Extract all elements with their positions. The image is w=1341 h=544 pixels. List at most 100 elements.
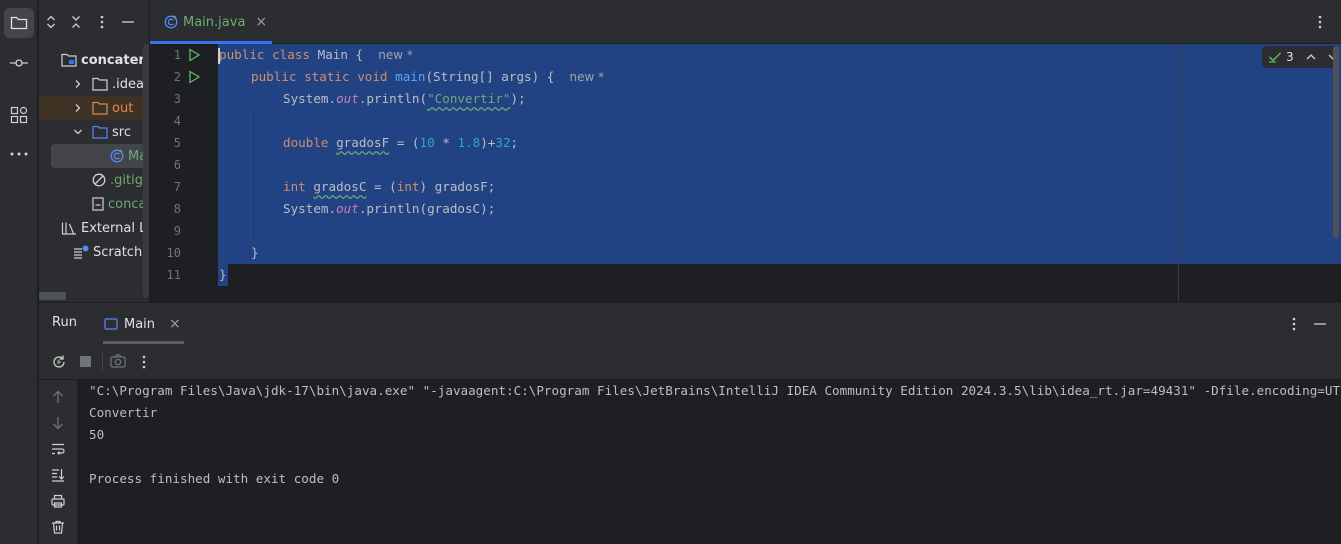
run-gutter-icon[interactable]: [187, 48, 201, 62]
run-panel-title: Run: [52, 315, 77, 330]
collapse-all-icon[interactable]: [68, 14, 84, 30]
chevron-down-icon: [74, 129, 82, 135]
code-line-1: public class Main { new *: [219, 47, 413, 62]
code-line-7: int gradosC = (int) gradosF;: [283, 179, 496, 194]
minimize-icon[interactable]: [120, 14, 136, 30]
check-icon: [1268, 52, 1282, 63]
project-icon[interactable]: [4, 8, 34, 38]
tree-item-scratches[interactable]: Scratches and Consoles: [39, 240, 149, 264]
commit-icon[interactable]: [4, 48, 34, 78]
tree-label: External Libraries: [81, 220, 149, 236]
print-icon[interactable]: [51, 494, 65, 508]
console-side-toolbar: [39, 380, 77, 544]
minimize-icon[interactable]: [1314, 323, 1326, 325]
code-line-3: System.out.println("Convertir");: [283, 91, 526, 106]
run-panel-header: Run Main ×: [39, 302, 1341, 344]
vertical-scrollbar[interactable]: [143, 44, 149, 298]
scratches-icon: [73, 244, 89, 260]
more-icon[interactable]: [142, 355, 146, 369]
run-config-icon: [104, 318, 118, 330]
line-number: 6: [173, 158, 181, 172]
inspection-widget[interactable]: 3: [1262, 46, 1338, 68]
line-number: 4: [173, 114, 181, 128]
line-number: 2: [173, 70, 181, 84]
chevron-up-icon[interactable]: [1306, 53, 1316, 61]
author-hint[interactable]: new *: [378, 48, 413, 62]
console-line: "C:\Program Files\Java\jdk-17\bin\java.e…: [89, 383, 1341, 398]
line-number: 1: [173, 48, 181, 62]
console-output[interactable]: "C:\Program Files\Java\jdk-17\bin\java.e…: [77, 380, 1341, 544]
run-gutter-icon[interactable]: [187, 70, 201, 84]
tree-label: src: [112, 124, 131, 140]
arrow-down-icon[interactable]: [51, 416, 65, 430]
chevron-right-icon: [75, 104, 81, 112]
excluded-folder-icon: [92, 100, 108, 116]
module-folder-icon: [61, 52, 77, 68]
tree-item-src[interactable]: src: [39, 120, 149, 144]
soft-wrap-icon[interactable]: [51, 442, 65, 456]
console-line: Process finished with exit code 0: [89, 471, 340, 486]
rerun-icon[interactable]: [51, 354, 67, 370]
code-line-11: }: [219, 267, 227, 282]
tree-label: concatenar: [81, 52, 149, 68]
line-number: 9: [173, 224, 181, 238]
tree-item-main[interactable]: Main: [51, 144, 149, 168]
line-number: 8: [173, 202, 181, 216]
code-line-5: double gradosF = (10 * 1.8)+32;: [283, 135, 519, 150]
libraries-icon: [61, 220, 77, 236]
line-number: 3: [173, 92, 181, 106]
trash-icon[interactable]: [51, 520, 65, 534]
java-class-icon: [164, 15, 178, 29]
camera-icon[interactable]: [110, 354, 126, 368]
java-class-icon: [110, 148, 124, 164]
console-line: Convertir: [89, 405, 158, 420]
tree-item-out[interactable]: out: [39, 96, 149, 120]
inspection-count: 3: [1286, 50, 1294, 64]
tree-item-external-libraries[interactable]: External Libraries: [39, 216, 149, 240]
tree-label: out: [112, 100, 134, 116]
more-icon[interactable]: [4, 139, 34, 169]
tree-label: Scratches and Consoles: [93, 244, 149, 260]
toolbar-divider: [102, 353, 103, 371]
close-icon[interactable]: ×: [255, 14, 267, 30]
tree-item-idea[interactable]: .idea: [39, 72, 149, 96]
run-toolbar: [39, 344, 1341, 380]
line-number: 7: [173, 180, 181, 194]
tree-item-iml[interactable]: concatenar.iml: [39, 192, 149, 216]
code-line-2: public static void main(String[] args) {…: [251, 69, 605, 84]
expand-all-icon[interactable]: [43, 14, 59, 30]
run-tab-label: Main: [124, 316, 156, 332]
code-line-10: }: [251, 245, 259, 260]
horizontal-scrollbar[interactable]: [39, 292, 66, 300]
tab-main-java[interactable]: Main.java ×: [150, 0, 272, 44]
tab-options-icon[interactable]: [1318, 15, 1322, 29]
stop-icon[interactable]: [79, 355, 92, 368]
source-folder-icon: [92, 124, 108, 140]
console-line: 50: [89, 427, 105, 442]
options-icon[interactable]: [94, 14, 110, 30]
run-options-icon[interactable]: [1292, 317, 1296, 331]
folder-icon: [92, 76, 108, 92]
tree-label: .idea: [112, 76, 144, 92]
tab-label: Main.java: [183, 14, 246, 30]
scroll-to-end-icon[interactable]: [51, 468, 65, 482]
tree-item-module[interactable]: concatenar: [39, 48, 149, 72]
structure-icon[interactable]: [4, 100, 34, 130]
editor-gutter: 1 2 3 4 5 6 7 8 9 10 11: [150, 44, 216, 302]
code-lines: public class Main { new * public static …: [216, 44, 1176, 302]
right-margin-guide: [1178, 44, 1179, 302]
activity-bar: [0, 0, 38, 544]
code-line-8: System.out.println(gradosC);: [283, 201, 496, 216]
line-number: 10: [166, 246, 181, 260]
editor-scrollbar[interactable]: [1333, 46, 1339, 238]
tree-item-gitignore[interactable]: .gitignore: [39, 168, 149, 192]
line-number: 11: [166, 268, 181, 282]
author-hint[interactable]: new *: [570, 70, 605, 84]
ignore-file-icon: [92, 172, 106, 188]
editor-tab-bar: Main.java ×: [150, 0, 1341, 44]
chevron-right-icon: [75, 80, 81, 88]
module-file-icon: [92, 196, 104, 212]
run-tab-main[interactable]: Main ×: [99, 303, 184, 345]
close-icon[interactable]: ×: [169, 316, 181, 332]
arrow-up-icon[interactable]: [51, 390, 65, 404]
